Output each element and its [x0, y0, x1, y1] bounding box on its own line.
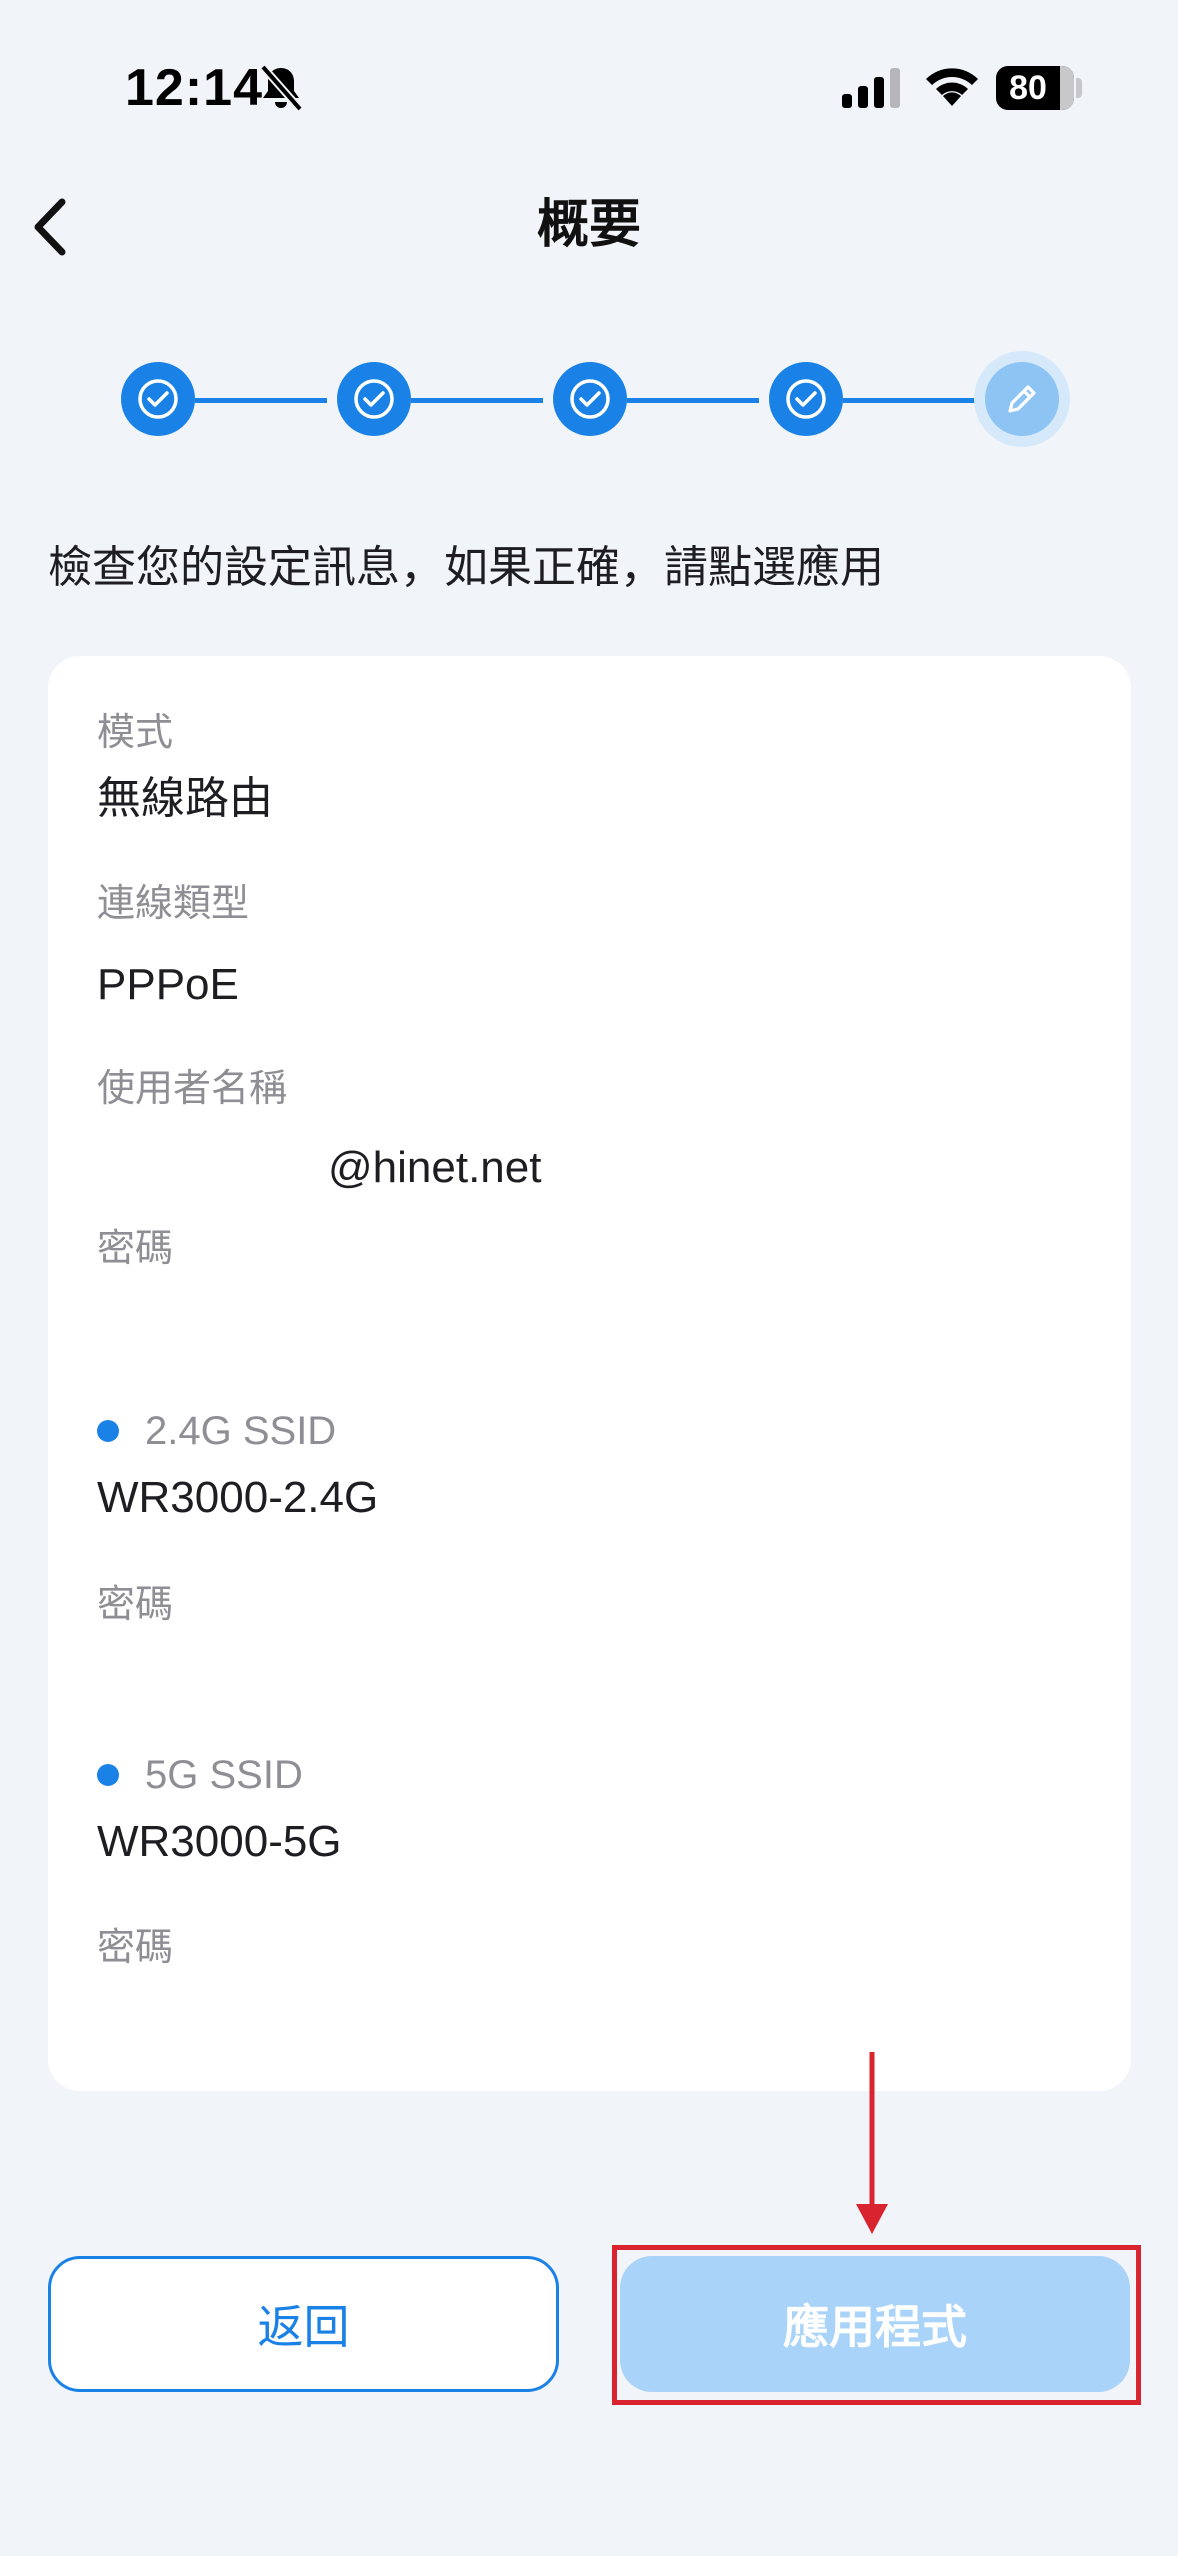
- home-indicator-area: [0, 2480, 1178, 2556]
- step-1-complete: [121, 362, 195, 436]
- battery-icon: 80: [996, 66, 1074, 110]
- connection-type-value: PPPoE: [97, 960, 239, 1009]
- mode-value: 無線路由: [97, 773, 273, 824]
- step-4-complete: [769, 362, 843, 436]
- step-5-current: [974, 351, 1070, 447]
- step-connector: [411, 398, 543, 403]
- progress-stepper: [0, 351, 1178, 447]
- ssid-5-label: 5G SSID: [97, 1750, 303, 1800]
- battery-cap: [1076, 78, 1082, 98]
- username-label: 使用者名稱: [97, 1066, 288, 1110]
- step-connector: [627, 398, 759, 403]
- step-2-complete: [337, 362, 411, 436]
- bell-slash-icon: [259, 64, 304, 112]
- cellular-signal-icon: [842, 68, 900, 108]
- connection-type-label: 連線類型: [97, 881, 250, 925]
- username-value: @hinet.net: [328, 1143, 542, 1192]
- status-time: 12:14: [125, 59, 263, 117]
- check-circle-icon: [138, 379, 178, 419]
- check-circle-icon: [354, 379, 394, 419]
- back-button[interactable]: 返回: [48, 2256, 559, 2392]
- apply-button[interactable]: 應用程式: [620, 2256, 1130, 2392]
- ssid-24-value: WR3000-2.4G: [97, 1473, 379, 1522]
- wifi-icon: [926, 68, 978, 106]
- bullet-dot: [97, 1420, 119, 1442]
- status-bar: 12:14 80: [0, 0, 1178, 175]
- step-3-complete: [553, 362, 627, 436]
- ssid-5-value: WR3000-5G: [97, 1817, 342, 1866]
- bullet-dot: [97, 1764, 119, 1786]
- pencil-icon: [1008, 385, 1036, 413]
- check-circle-icon: [786, 379, 826, 419]
- ssid-5-password-label: 密碼: [97, 1925, 174, 1969]
- page-title: 概要: [536, 195, 641, 255]
- battery-level: 80: [1009, 69, 1047, 107]
- mode-label: 模式: [97, 710, 174, 754]
- password-label: 密碼: [97, 1226, 174, 1270]
- ssid-24-label: 2.4G SSID: [97, 1406, 336, 1456]
- step-connector: [843, 398, 975, 403]
- summary-card: [48, 656, 1131, 2091]
- check-circle-icon: [570, 379, 610, 419]
- ssid-24-password-label: 密碼: [97, 1582, 174, 1626]
- instruction-text: 檢查您的設定訊息，如果正確，請點選應用: [48, 542, 884, 593]
- step-connector: [195, 398, 327, 403]
